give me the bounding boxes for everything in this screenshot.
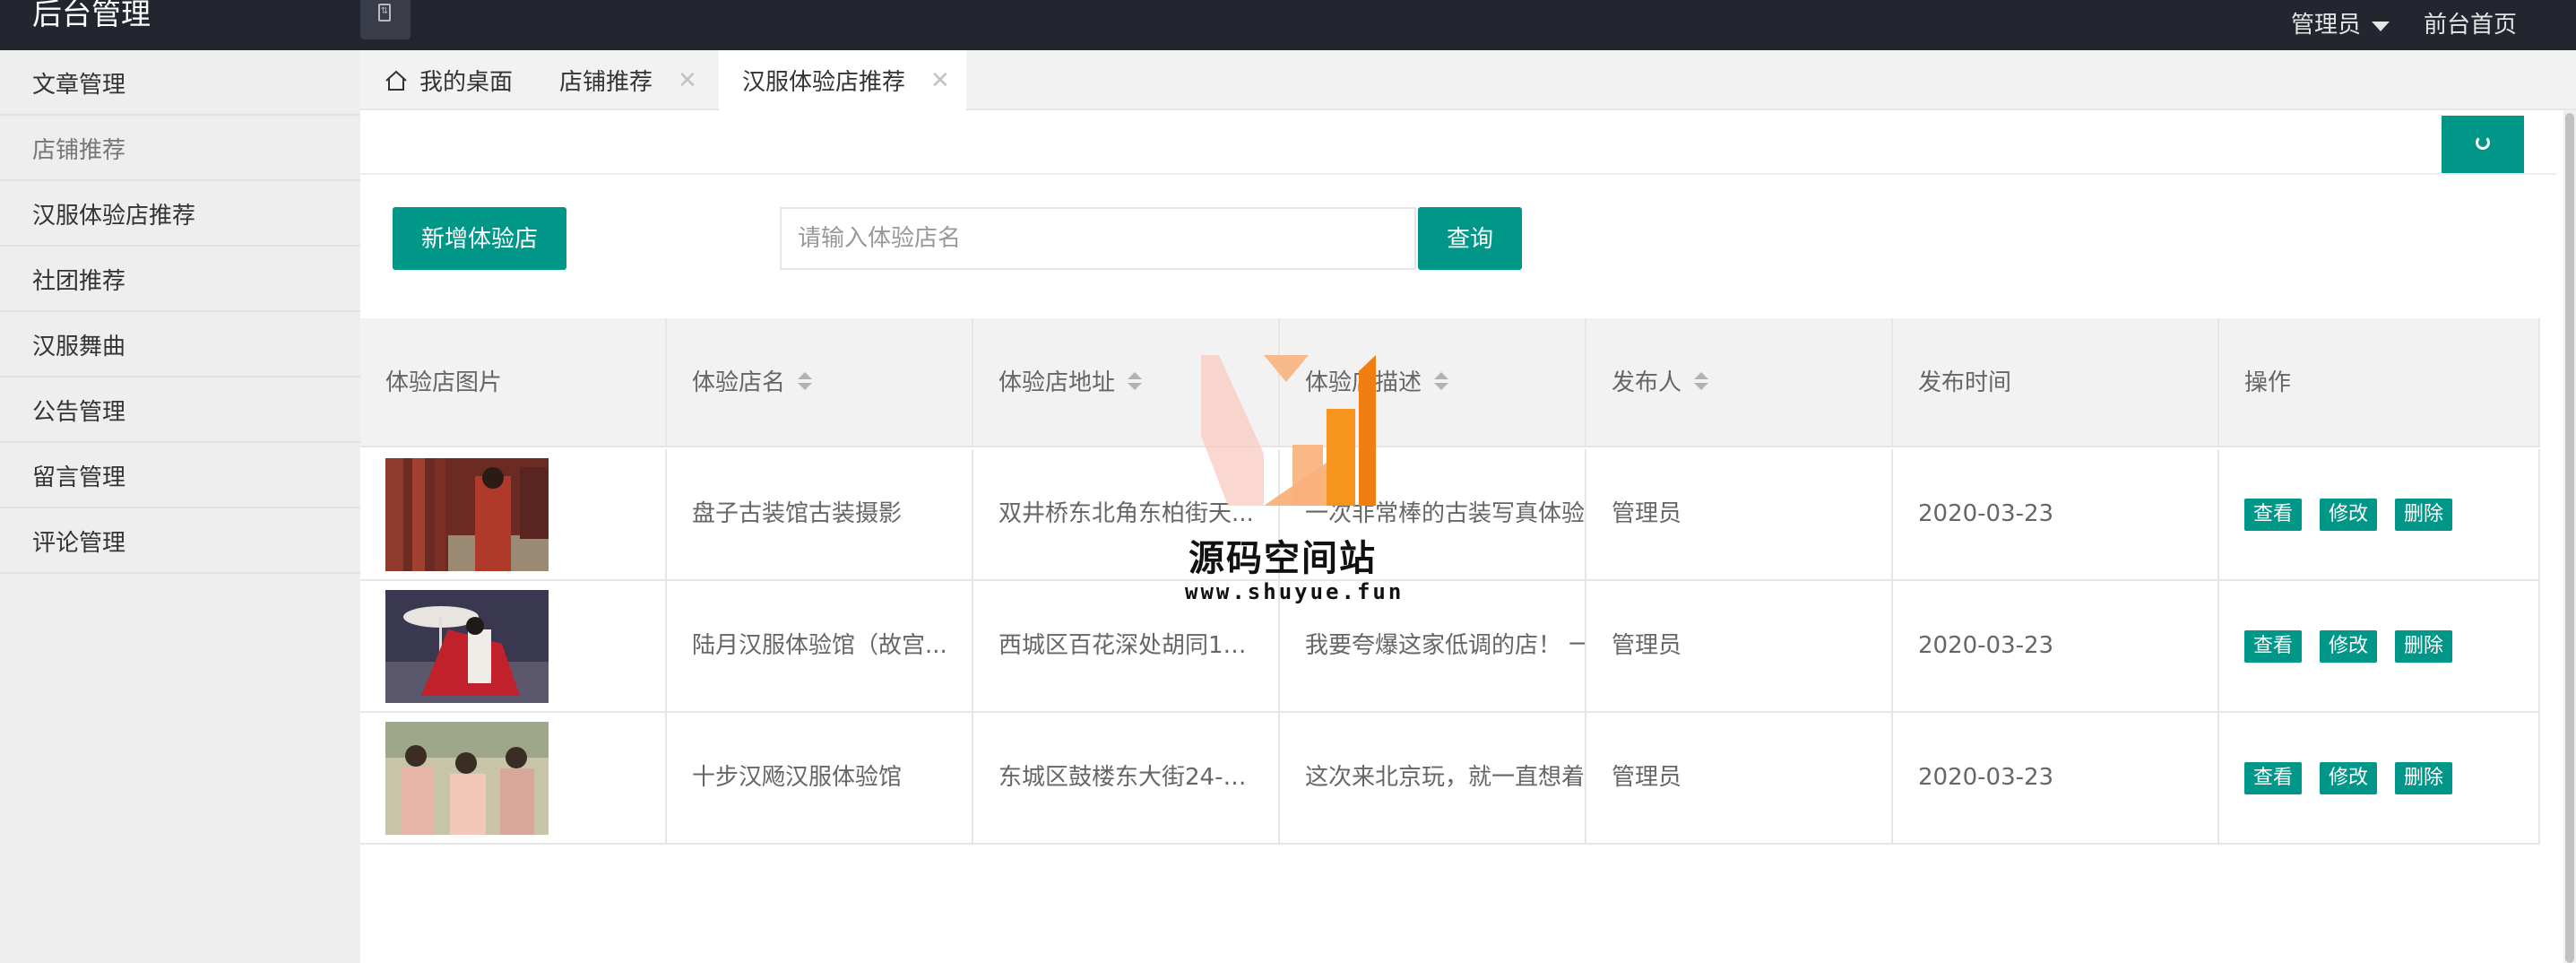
divider [360,173,2556,175]
cell-name: 陆月汉服体验馆（故宫... [667,581,973,711]
sidebar-item-hanfu-store[interactable]: 汉服体验店推荐 [0,181,360,247]
sort-icon[interactable] [1434,371,1449,392]
sidebar-item-dance[interactable]: 汉服舞曲 [0,312,360,377]
col-date: 发布时间 [1893,318,2219,447]
tab-hanfu-store[interactable]: 汉服体验店推荐 ✕ [719,50,966,110]
watermark-url: www.shuyue.fun [1185,579,1405,604]
cell-address: 东城区鼓楼东大街24-5号 [973,713,1280,843]
sidebar-item-comment[interactable]: 评论管理 [0,508,360,574]
store-thumbnail [385,722,549,835]
table-row: 陆月汉服体验馆（故宫... 西城区百花深处胡同10... 我要夸爆这家低调的店！… [360,581,2540,713]
cell-date: 2020-03-23 [1893,449,2219,579]
search-button[interactable]: 查询 [1418,207,1522,270]
edit-button[interactable]: 修改 [2320,761,2378,794]
sidebar-item-label: 社团推荐 [32,268,126,295]
sidebar-item-label: 文章管理 [32,72,126,99]
cell-actions: 查看 修改 删除 [2219,449,2540,579]
tab-label: 我的桌面 [419,69,514,96]
edit-button[interactable]: 修改 [2320,629,2378,663]
sidebar: 文章管理店铺推荐汉服体验店推荐 社团推荐汉服舞曲公告管理留言管理评论管理 [0,50,360,963]
view-button[interactable]: 查看 [2244,761,2303,794]
sidebar-item-label: 公告管理 [32,399,126,426]
cell-image [360,713,667,843]
home-icon [385,70,407,91]
refresh-button[interactable] [2442,116,2524,173]
toggle-icon: ⇅ [378,4,391,22]
edit-button[interactable]: 修改 [2320,498,2378,531]
sort-icon[interactable] [1128,371,1143,392]
cell-actions: 查看 修改 删除 [2219,581,2540,711]
sidebar-item-shop-recommend[interactable]: 店铺推荐 [0,116,360,181]
sidebar-item-message[interactable]: 留言管理 [0,443,360,508]
sidebar-item-label: 留言管理 [32,464,126,491]
app-logo: 后台管理 [32,0,151,31]
top-header: 后台管理 ⇅ 管理员 前台首页 [0,0,2576,50]
col-name[interactable]: 体验店名 [667,318,973,447]
admin-label: 管理员 [2291,12,2362,39]
tab-shop-recommend[interactable]: 店铺推荐 ✕ [559,50,721,110]
col-image: 体验店图片 [360,318,667,447]
cell-publisher: 管理员 [1586,581,1893,711]
cell-date: 2020-03-23 [1893,581,2219,711]
admin-menu[interactable]: 管理员 [2291,9,2390,41]
sidebar-toggle-button[interactable]: ⇅ [360,0,411,39]
sidebar-item-club[interactable]: 社团推荐 [0,247,360,312]
tab-bar: 我的桌面 店铺推荐 ✕ 汉服体验店推荐 ✕ [360,50,2576,110]
sidebar-item-label: 店铺推荐 [32,137,126,164]
store-thumbnail [385,590,549,703]
cell-name: 十步汉飏汉服体验馆 [667,713,973,843]
add-store-button[interactable]: 新增体验店 [393,207,566,270]
cell-description: 这次来北京玩，就一直想着要 [1280,713,1586,843]
frontend-home-link[interactable]: 前台首页 [2424,9,2517,41]
cell-image [360,581,667,711]
cell-image [360,449,667,579]
view-button[interactable]: 查看 [2244,498,2303,531]
sidebar-item-label: 汉服舞曲 [32,334,126,360]
main-content: 新增体验店 查询 体验店图片 体验店名 体验店地址 体验店描述 发布人 发布时间… [360,110,2565,963]
cell-date: 2020-03-23 [1893,713,2219,843]
cell-actions: 查看 修改 删除 [2219,713,2540,843]
store-thumbnail [385,458,549,571]
tab-label: 汉服体验店推荐 [742,69,906,96]
table-header: 体验店图片 体验店名 体验店地址 体验店描述 发布人 发布时间 操作 [360,318,2540,447]
sort-icon[interactable] [798,371,813,392]
refresh-icon [2476,135,2490,150]
col-actions: 操作 [2219,318,2540,447]
close-icon[interactable]: ✕ [930,67,950,94]
watermark-text: 源码空间站 [1189,538,1377,579]
sidebar-item-label: 汉服体验店推荐 [32,203,196,230]
col-publisher[interactable]: 发布人 [1586,318,1893,447]
cell-publisher: 管理员 [1586,449,1893,579]
delete-button[interactable]: 删除 [2395,761,2453,794]
search-input[interactable] [780,207,1416,270]
table-row: 盘子古装馆古装摄影 双井桥东北角东柏街天... 一次非常棒的古装写真体验！ 管理… [360,449,2540,581]
caret-down-icon [2372,21,2390,31]
scrollbar-thumb[interactable] [2565,113,2574,963]
close-icon[interactable]: ✕ [678,67,697,94]
cell-publisher: 管理员 [1586,713,1893,843]
sidebar-item-label: 评论管理 [32,530,126,557]
sidebar-item-articles[interactable]: 文章管理 [0,50,360,116]
tab-desktop[interactable]: 我的桌面 [384,50,554,110]
delete-button[interactable]: 删除 [2395,498,2453,531]
delete-button[interactable]: 删除 [2395,629,2453,663]
sort-icon[interactable] [1694,371,1709,392]
sidebar-item-notice[interactable]: 公告管理 [0,377,360,443]
cell-name: 盘子古装馆古装摄影 [667,449,973,579]
table-row: 十步汉飏汉服体验馆 东城区鼓楼东大街24-5号 这次来北京玩，就一直想着要 管理… [360,713,2540,845]
view-button[interactable]: 查看 [2244,629,2303,663]
tab-label: 店铺推荐 [559,69,653,96]
